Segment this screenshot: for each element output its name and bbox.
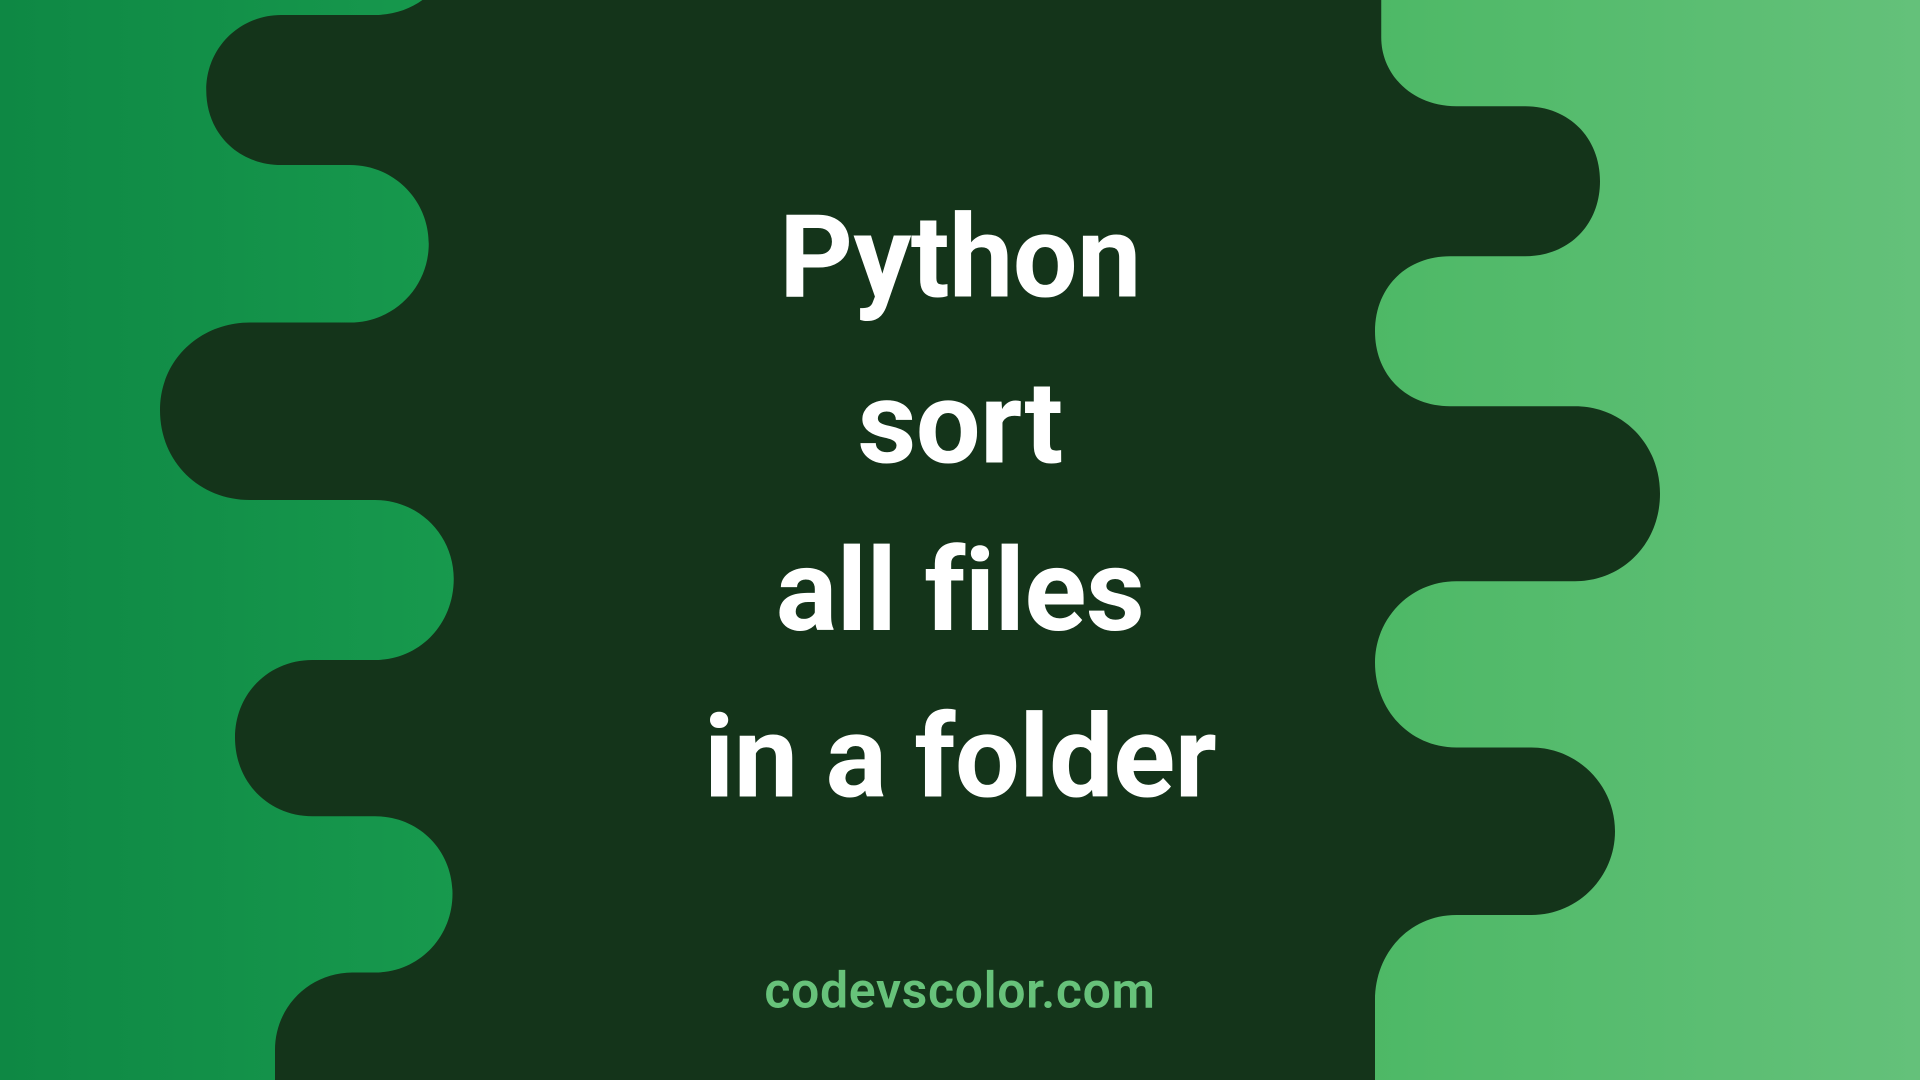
title-line-4: in a folder [0,675,1920,842]
title-line-2: sort [0,342,1920,509]
hero-banner: Python sort all files in a folder codevs… [0,0,1920,1080]
title-line-1: Python [0,175,1920,342]
site-label: codevscolor.com [0,961,1920,1020]
banner-title: Python sort all files in a folder [0,175,1920,842]
title-line-3: all files [0,508,1920,675]
